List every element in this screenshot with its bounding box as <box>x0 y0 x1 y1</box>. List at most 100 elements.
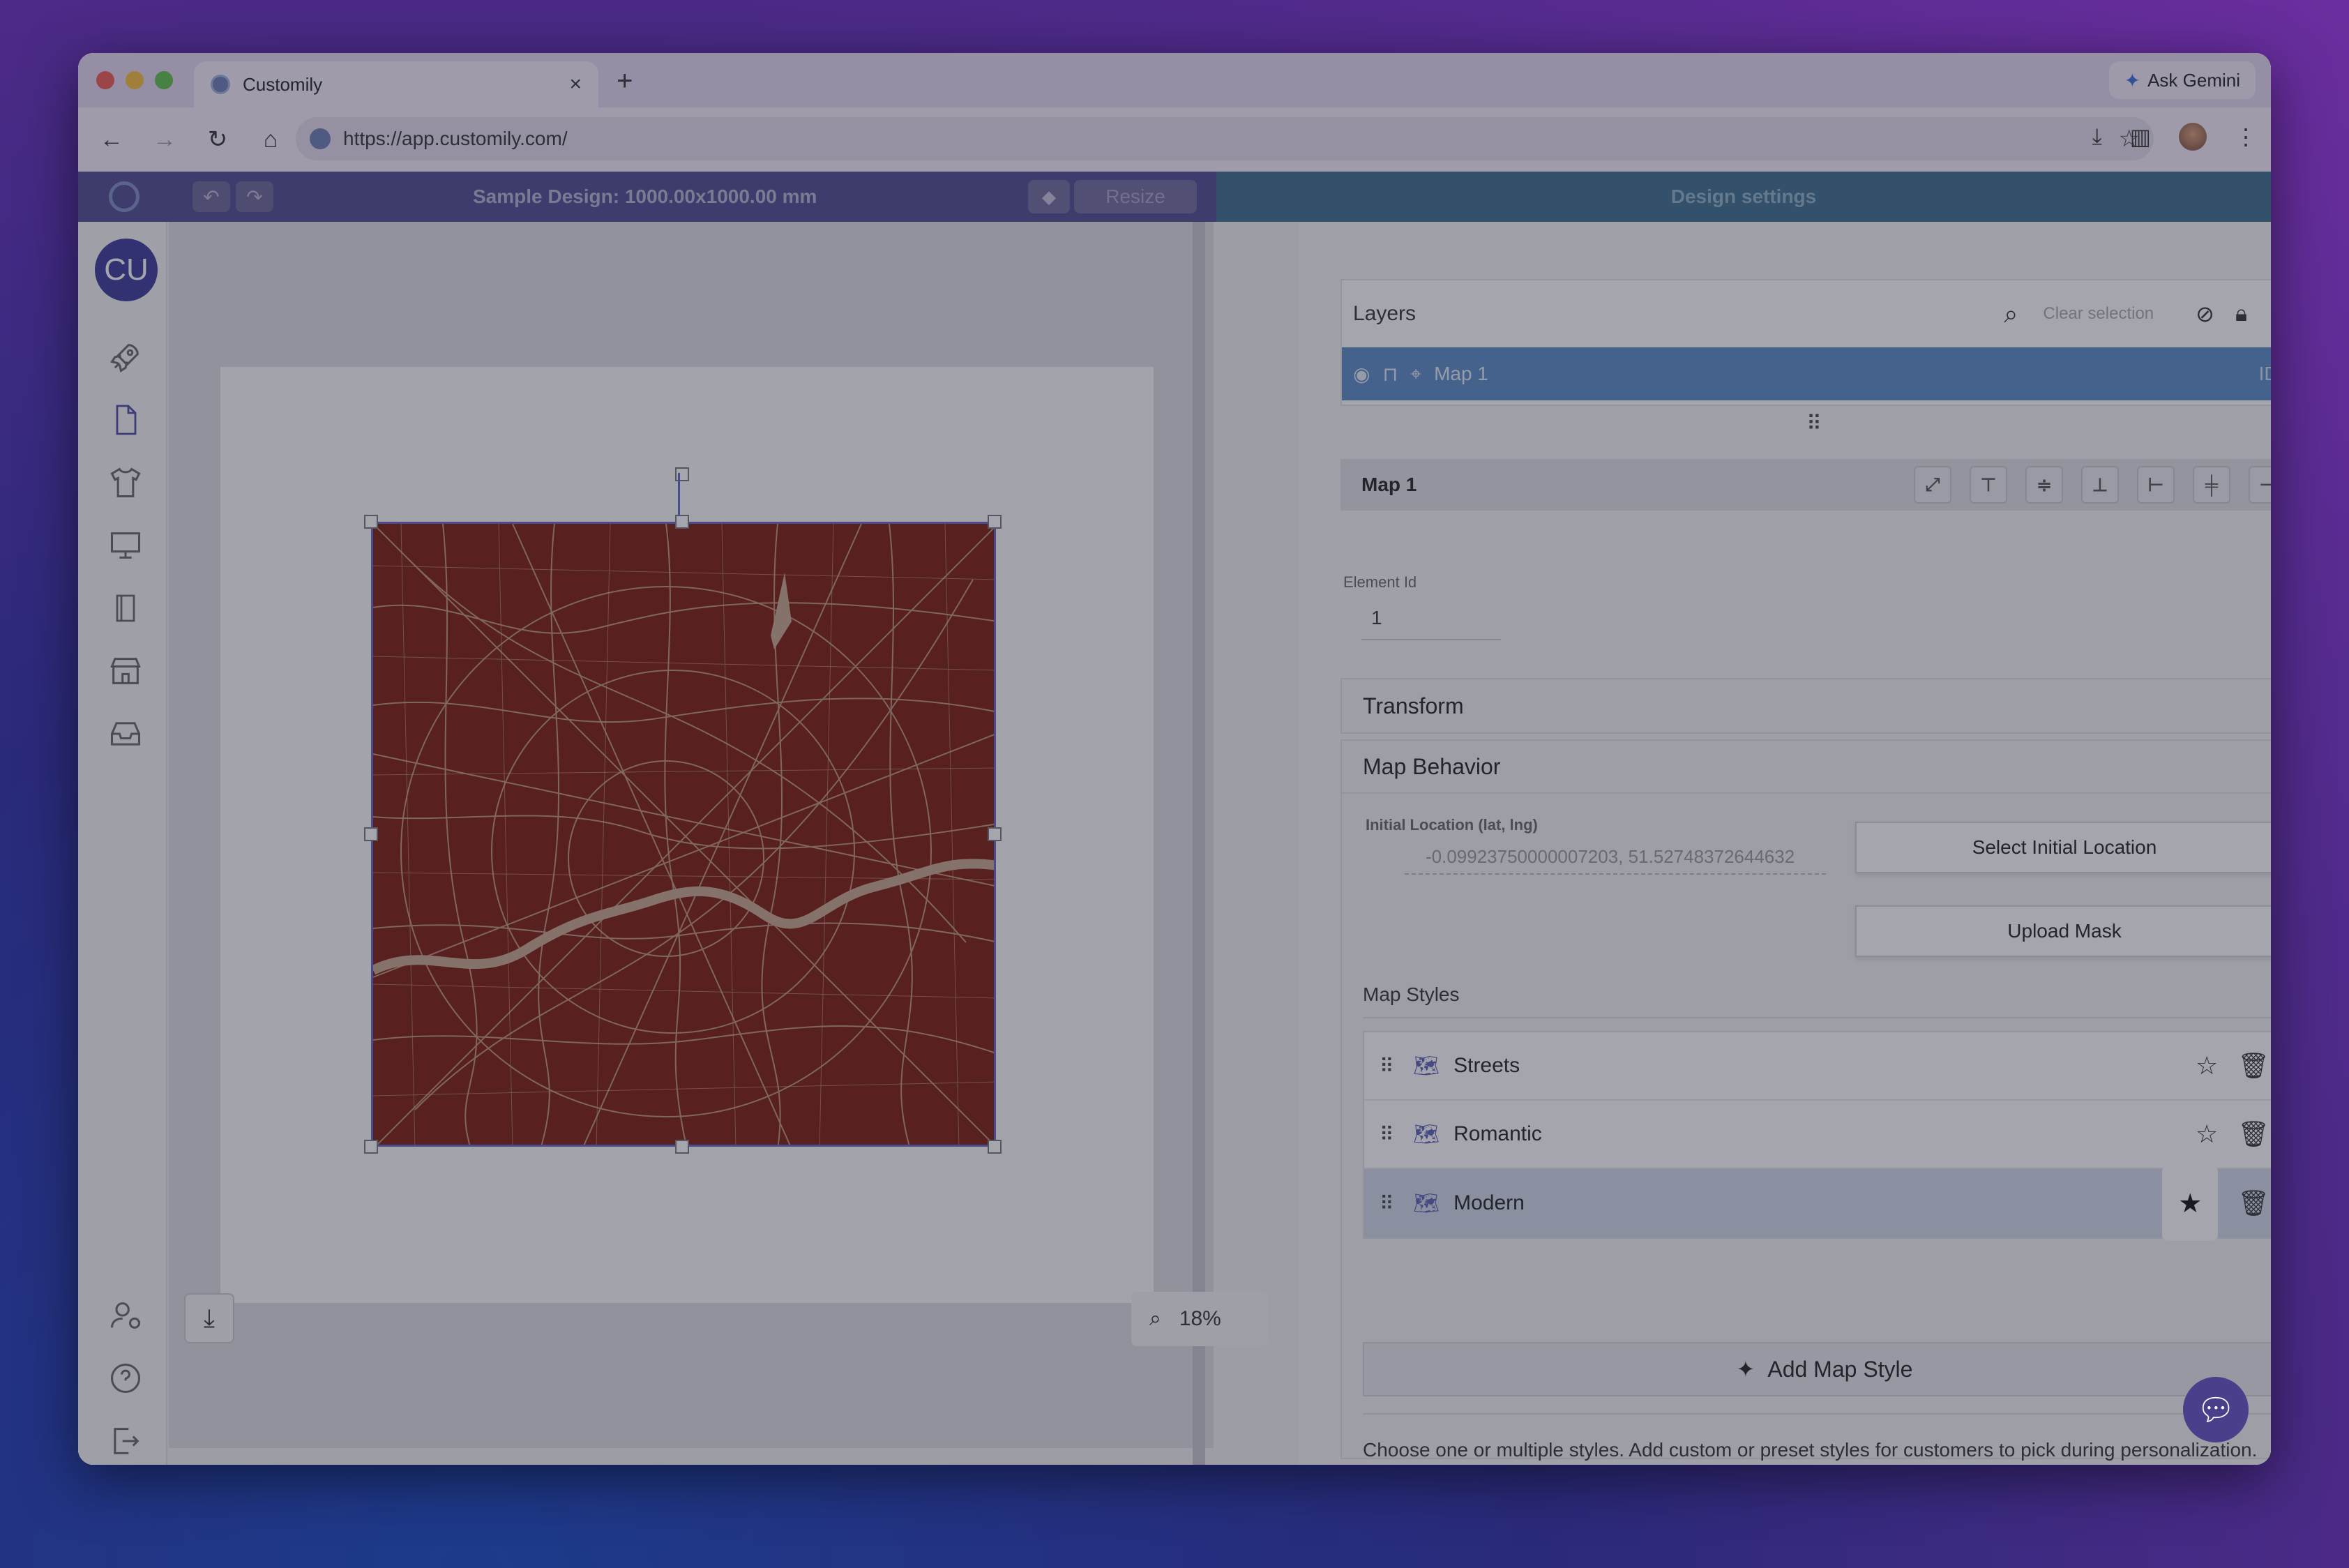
map-element[interactable] <box>371 522 996 1147</box>
profile-avatar[interactable] <box>2179 123 2207 151</box>
align-center-icon[interactable]: ╪ <box>2193 466 2230 504</box>
list-item[interactable]: ⠿ 🗺︎ Romantic ☆ 🗑︎ <box>1364 1101 2271 1169</box>
resize-handle-top-right[interactable] <box>988 515 1002 529</box>
element-id-field[interactable]: 1 <box>1361 607 1501 640</box>
map-styles-list: ⠿ 🗺︎ Streets ☆ 🗑︎ ⠿ 🗺︎ Romantic ☆ 🗑︎ ⠿ 🗺… <box>1363 1031 2271 1241</box>
drag-handle-icon[interactable]: ⠿ <box>1380 1055 1399 1078</box>
download-icon[interactable]: ⤓ <box>2092 123 2102 150</box>
drag-handle-icon[interactable]: ⠿ <box>1380 1192 1399 1215</box>
drag-handle-icon[interactable]: ⠿ <box>1380 1123 1399 1146</box>
presentation-icon[interactable] <box>105 525 146 566</box>
store-icon[interactable] <box>105 650 146 692</box>
align-left-icon[interactable]: ⊢ <box>2137 466 2175 504</box>
home-icon[interactable]: ⌂ <box>258 126 283 153</box>
ask-gemini-label: Ask Gemini <box>2147 69 2240 91</box>
window-controls <box>96 71 173 89</box>
style-name: Streets <box>1453 1054 1520 1077</box>
book-icon[interactable] <box>105 587 146 629</box>
tab-close-icon[interactable]: × <box>569 73 582 96</box>
star-filled-icon[interactable]: ★ <box>2162 1166 2219 1241</box>
inbox-icon[interactable] <box>105 713 146 755</box>
help-text: Choose one or multiple styles. Add custo… <box>1363 1439 2258 1461</box>
list-item[interactable]: ⠿ 🗺︎ Modern ★ 🗑︎ <box>1364 1166 2271 1241</box>
user-avatar[interactable]: CU <box>95 239 158 301</box>
map-icon: 🗺︎ <box>1413 1191 1440 1215</box>
resize-handle-bottom-right[interactable] <box>988 1140 1002 1154</box>
site-info-icon[interactable] <box>310 128 331 149</box>
left-sidebar: CU <box>78 222 167 1465</box>
rocket-icon[interactable] <box>105 336 146 378</box>
alignment-toolbar: ⤢ ⊤ ≑ ⊥ ⊢ ╪ ⊣ <box>1914 466 2271 504</box>
undo-button[interactable]: ↶ <box>192 181 230 212</box>
align-top-icon[interactable]: ⊤ <box>1970 466 2007 504</box>
map-behavior-section: Map Behavior Initial Location (lat, lng)… <box>1340 739 2271 1461</box>
resize-handle-left[interactable] <box>364 827 378 841</box>
reload-icon[interactable]: ↻ <box>205 126 230 153</box>
clear-selection-button[interactable]: Clear selection <box>2043 304 2154 324</box>
layer-row[interactable]: ◉ ⊓ ⌖ Map 1 ID 1 <box>1342 347 2271 400</box>
align-right-icon[interactable]: ⊣ <box>2249 466 2271 504</box>
lock-all-icon[interactable]: 🔒︎ <box>2235 301 2247 327</box>
user-settings-icon[interactable] <box>105 1295 146 1336</box>
resize-handle-right[interactable] <box>988 827 1002 841</box>
design-title: Sample Design: 1000.00x1000.00 mm <box>473 186 817 207</box>
resize-handle-top-left[interactable] <box>364 515 378 529</box>
close-window-button[interactable] <box>96 71 114 89</box>
document-icon[interactable] <box>105 399 146 441</box>
rotate-handle[interactable] <box>675 467 689 481</box>
browser-menu-icon[interactable]: ⋮ <box>2235 123 2257 150</box>
zoom-control[interactable]: ⌕ 18% <box>1131 1292 1268 1346</box>
align-bottom-icon[interactable]: ⊥ <box>2081 466 2119 504</box>
trash-icon[interactable]: 🗑︎ <box>2237 1120 2269 1149</box>
logout-icon[interactable] <box>105 1420 146 1462</box>
hide-all-icon[interactable]: ⊘ <box>2196 301 2214 327</box>
trash-icon[interactable]: 🗑︎ <box>2237 1051 2269 1080</box>
align-middle-icon[interactable]: ≑ <box>2025 466 2063 504</box>
side-panel-icon[interactable]: ▥ <box>2130 123 2151 150</box>
sparkle-icon: ✦ <box>1736 1357 1755 1382</box>
download-button[interactable]: ⤓ <box>184 1293 234 1343</box>
canvas-area[interactable] <box>169 222 1214 1448</box>
canvas-scrollbar[interactable] <box>1193 222 1205 1465</box>
panel-resize-grip-icon[interactable]: ⠿ <box>1806 412 1822 436</box>
list-item[interactable]: ⠿ 🗺︎ Streets ☆ 🗑︎ <box>1364 1032 2271 1101</box>
star-outline-icon[interactable]: ☆ <box>2196 1051 2218 1080</box>
rotate-line <box>678 473 680 516</box>
url-bar[interactable]: https://app.customily.com/ ☆ <box>296 117 2154 160</box>
chat-bubble-icon: 💬︎ <box>2196 1393 2235 1427</box>
add-map-style-button[interactable]: ✦ Add Map Style <box>1363 1342 2271 1396</box>
map-behavior-title[interactable]: Map Behavior <box>1342 741 2271 794</box>
unlock-icon[interactable]: ⊓ <box>1382 363 1398 386</box>
star-outline-icon[interactable]: ☆ <box>2196 1120 2218 1149</box>
transform-section[interactable]: Transform <box>1340 678 2271 734</box>
initial-location-field[interactable]: -0.09923750000007203, 51.52748372644632 <box>1405 840 1826 875</box>
zoom-level: 18% <box>1179 1307 1221 1330</box>
fit-to-canvas-icon[interactable]: ⤢ <box>1914 466 1951 504</box>
tag-icon[interactable]: ◆ <box>1028 180 1070 213</box>
forward-arrow-icon[interactable]: → <box>152 126 177 153</box>
customily-logo-icon[interactable] <box>109 181 139 212</box>
divider <box>1363 1017 2271 1018</box>
chat-support-button[interactable]: 💬︎ <box>2183 1377 2249 1442</box>
visibility-eye-icon[interactable]: ◉ <box>1353 363 1370 386</box>
resize-handle-bottom-left[interactable] <box>364 1140 378 1154</box>
help-icon[interactable] <box>105 1357 146 1399</box>
artboard[interactable] <box>220 367 1154 1303</box>
back-arrow-icon[interactable]: ← <box>99 126 124 153</box>
tab-title: Customily <box>243 73 323 95</box>
trash-icon[interactable]: 🗑︎ <box>2237 1189 2269 1218</box>
redo-button[interactable]: ↷ <box>236 181 273 212</box>
tshirt-icon[interactable] <box>105 462 146 504</box>
new-tab-button[interactable]: + <box>617 66 633 97</box>
minimize-window-button[interactable] <box>126 71 144 89</box>
upload-mask-button[interactable]: Upload Mask <box>1855 905 2271 957</box>
select-initial-location-button[interactable]: Select Initial Location <box>1855 822 2271 873</box>
ask-gemini-button[interactable]: ✦ Ask Gemini <box>2108 61 2256 99</box>
tab-customily[interactable]: Customily × <box>194 61 598 107</box>
layers-search-icon[interactable]: ⌕ <box>2004 299 2018 329</box>
maximize-window-button[interactable] <box>155 71 173 89</box>
resize-button[interactable]: Resize <box>1074 180 1197 213</box>
resize-handle-bottom[interactable] <box>675 1140 689 1154</box>
customily-favicon-icon <box>211 75 230 94</box>
resize-handle-top[interactable] <box>675 515 689 529</box>
